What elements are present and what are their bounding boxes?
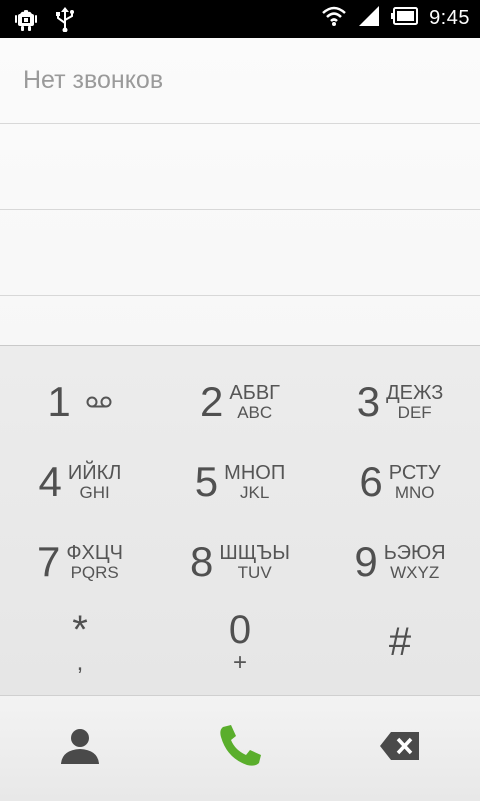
dialer-action-bar xyxy=(0,695,480,801)
key-letters-ru: ДЕЖЗ xyxy=(386,381,444,404)
key-0[interactable]: 0 + xyxy=(160,602,320,682)
key-9[interactable]: 9 ЬЭЮЯ WXYZ xyxy=(320,522,480,602)
key-6[interactable]: 6 РСТУ MNO xyxy=(320,442,480,522)
key-letters-en: GHI xyxy=(79,482,110,502)
key-sub-symbol: + xyxy=(232,649,247,677)
contacts-icon xyxy=(59,726,101,771)
key-digit: 3 xyxy=(356,378,381,425)
call-button[interactable] xyxy=(160,696,320,801)
key-digit: 4 xyxy=(38,458,62,505)
backspace-icon xyxy=(379,730,421,767)
key-digit: 0 xyxy=(228,608,252,653)
key-digit: # xyxy=(388,620,412,664)
key-letters-ru: РСТУ xyxy=(388,461,441,484)
dialer-app: Нет звонков 1 2 АБВГ ABC 3 ДЕЖЗ DEF 4 ИЙ… xyxy=(0,38,480,801)
wifi-icon xyxy=(321,5,347,32)
key-letters-en: WXYZ xyxy=(390,562,440,582)
android-debug-icon xyxy=(14,6,38,37)
status-time: 9:45 xyxy=(429,7,470,29)
backspace-button[interactable] xyxy=(320,696,480,801)
key-1[interactable]: 1 xyxy=(0,362,160,442)
signal-icon xyxy=(357,5,381,32)
key-digit: 5 xyxy=(194,458,219,505)
key-letters-ru: ШЩЪЫ xyxy=(219,541,290,564)
key-digit: 8 xyxy=(190,538,214,585)
key-letters-en: JKL xyxy=(240,482,270,502)
dial-keypad: 1 2 АБВГ ABC 3 ДЕЖЗ DEF 4 ИЙКЛ GHI 5 МНО… xyxy=(0,345,480,696)
key-letters-en: PQRS xyxy=(70,562,119,582)
contacts-button[interactable] xyxy=(0,696,160,801)
key-digit: 2 xyxy=(200,378,224,425)
call-icon xyxy=(217,723,263,774)
key-star[interactable]: * , xyxy=(0,602,160,682)
key-digit: 9 xyxy=(354,538,378,585)
key-letters-en: TUV xyxy=(237,562,272,582)
key-hash[interactable]: # xyxy=(320,602,480,682)
empty-call-log-text: Нет звонков xyxy=(23,66,164,94)
key-3[interactable]: 3 ДЕЖЗ DEF xyxy=(320,362,480,442)
battery-icon xyxy=(391,7,419,30)
key-2[interactable]: 2 АБВГ ABC xyxy=(160,362,320,442)
call-log: Нет звонков xyxy=(0,38,480,345)
key-letters-ru: ИЙКЛ xyxy=(67,461,122,484)
key-digit: 6 xyxy=(359,458,383,505)
key-letters-en: MNO xyxy=(394,482,435,502)
key-letters-en: DEF xyxy=(397,402,432,422)
key-digit: * xyxy=(72,608,88,653)
key-letters-ru: МНОП xyxy=(224,461,286,484)
status-bar: 9:45 xyxy=(0,0,480,38)
usb-icon xyxy=(54,6,76,37)
key-letters-ru: ФХЦЧ xyxy=(66,541,124,564)
voicemail-icon xyxy=(85,395,113,414)
key-5[interactable]: 5 МНОП JKL xyxy=(160,442,320,522)
key-8[interactable]: 8 ШЩЪЫ TUV xyxy=(160,522,320,602)
key-digit: 1 xyxy=(47,378,71,425)
key-letters-en: ABC xyxy=(237,402,273,422)
key-digit: 7 xyxy=(36,538,61,585)
key-letters-ru: АБВГ xyxy=(229,381,280,404)
key-sub-symbol: , xyxy=(76,649,84,677)
call-log-row xyxy=(0,124,480,210)
call-log-row xyxy=(0,210,480,296)
key-7[interactable]: 7 ФХЦЧ PQRS xyxy=(0,522,160,602)
key-letters-ru: ЬЭЮЯ xyxy=(383,541,446,564)
key-4[interactable]: 4 ИЙКЛ GHI xyxy=(0,442,160,522)
call-log-empty-row: Нет звонков xyxy=(0,38,480,124)
